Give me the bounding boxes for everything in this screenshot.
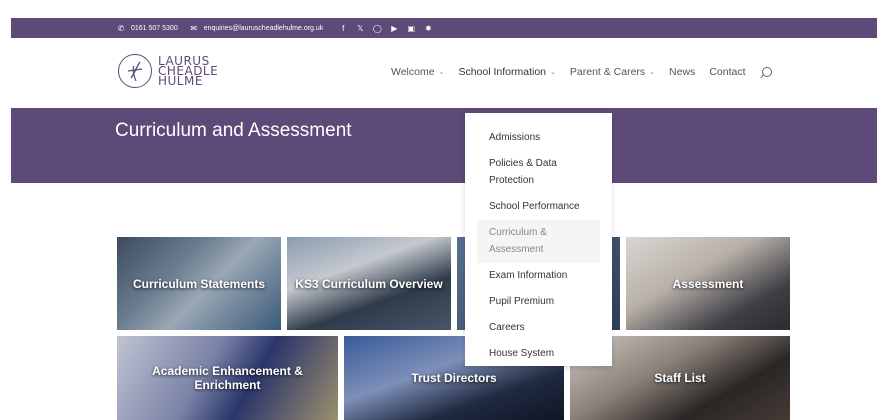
nav-parent-carers[interactable]: Parent & Carers ⌄	[570, 66, 655, 78]
logo-emblem-icon	[118, 54, 152, 88]
vimeo-icon[interactable]: ▣	[405, 22, 417, 34]
search-icon[interactable]	[761, 67, 772, 77]
tile-label: Academic Enhancement & Enrichment	[152, 364, 303, 392]
dropdown-item-exam-information[interactable]: Exam Information	[465, 263, 612, 289]
x-icon[interactable]: 𝕏	[354, 22, 366, 34]
dropdown-item-curriculum-assessment[interactable]: Curriculum & Assessment	[477, 220, 600, 263]
page-title: Curriculum and Assessment	[115, 120, 352, 141]
facebook-icon[interactable]: f	[337, 22, 349, 34]
chevron-down-icon: ⌄	[649, 69, 656, 76]
nav-news[interactable]: News	[669, 66, 695, 78]
top-contact-bar: ✆ 0161 507 5300 ✉ enquiries@lauruscheadl…	[11, 18, 877, 38]
main-nav: Welcome ⌄ School Information ⌄ Parent & …	[391, 66, 772, 78]
dropdown-item-school-performance[interactable]: School Performance	[465, 194, 612, 220]
tile-label: KS3 Curriculum Overview	[295, 276, 443, 291]
chevron-down-icon: ⌄	[550, 69, 556, 76]
tile-academic-enhancement[interactable]: Academic Enhancement & Enrichment	[117, 336, 338, 420]
phone-icon: ✆	[117, 23, 125, 33]
settings-icon[interactable]: ✹	[422, 22, 434, 34]
tile-label: Curriculum Statements	[132, 276, 266, 291]
logo-wordmark: LAURUS CHEADLE HULME	[158, 55, 218, 87]
tile-label: Assessment	[672, 276, 744, 291]
youtube-icon[interactable]: ▶	[388, 22, 400, 34]
tile-label: Staff List	[654, 371, 706, 385]
email-address[interactable]: enquiries@lauruscheadlehulme.org.uk	[204, 25, 324, 32]
dropdown-item-pupil-premium[interactable]: Pupil Premium	[465, 289, 612, 315]
tile-label: Trust Directors	[411, 371, 497, 385]
nav-label: Parent & Carers	[569, 66, 646, 78]
site-logo[interactable]: LAURUS CHEADLE HULME	[118, 54, 218, 88]
nav-label: Welcome	[391, 66, 435, 78]
nav-label: School Information	[458, 66, 547, 78]
nav-label: News	[669, 66, 696, 78]
dropdown-item-careers[interactable]: Careers	[465, 315, 612, 341]
nav-contact[interactable]: Contact	[709, 66, 745, 78]
phone-number[interactable]: 0161 507 5300	[131, 25, 178, 32]
nav-school-information[interactable]: School Information ⌄	[458, 66, 555, 78]
email-icon: ✉	[190, 23, 198, 33]
nav-welcome[interactable]: Welcome ⌄	[391, 66, 444, 78]
tile-assessment[interactable]: Assessment	[626, 237, 790, 330]
nav-label: Contact	[709, 66, 746, 78]
dropdown-item-house-system[interactable]: House System	[465, 341, 612, 367]
tile-curriculum-statements[interactable]: Curriculum Statements	[117, 237, 281, 330]
page-banner: Curriculum and Assessment	[11, 108, 877, 183]
dropdown-item-policies[interactable]: Policies & Data Protection	[465, 151, 612, 194]
social-links: f 𝕏 ◯ ▶ ▣ ✹	[337, 22, 434, 34]
site-header: LAURUS CHEADLE HULME Welcome ⌄ School In…	[11, 38, 877, 108]
tile-ks3-curriculum-overview[interactable]: KS3 Curriculum Overview	[287, 237, 451, 330]
school-information-dropdown: Admissions Policies & Data Protection Sc…	[465, 110, 612, 366]
dropdown-item-admissions[interactable]: Admissions	[465, 125, 612, 151]
instagram-icon[interactable]: ◯	[371, 22, 383, 34]
chevron-down-icon: ⌄	[438, 69, 445, 76]
